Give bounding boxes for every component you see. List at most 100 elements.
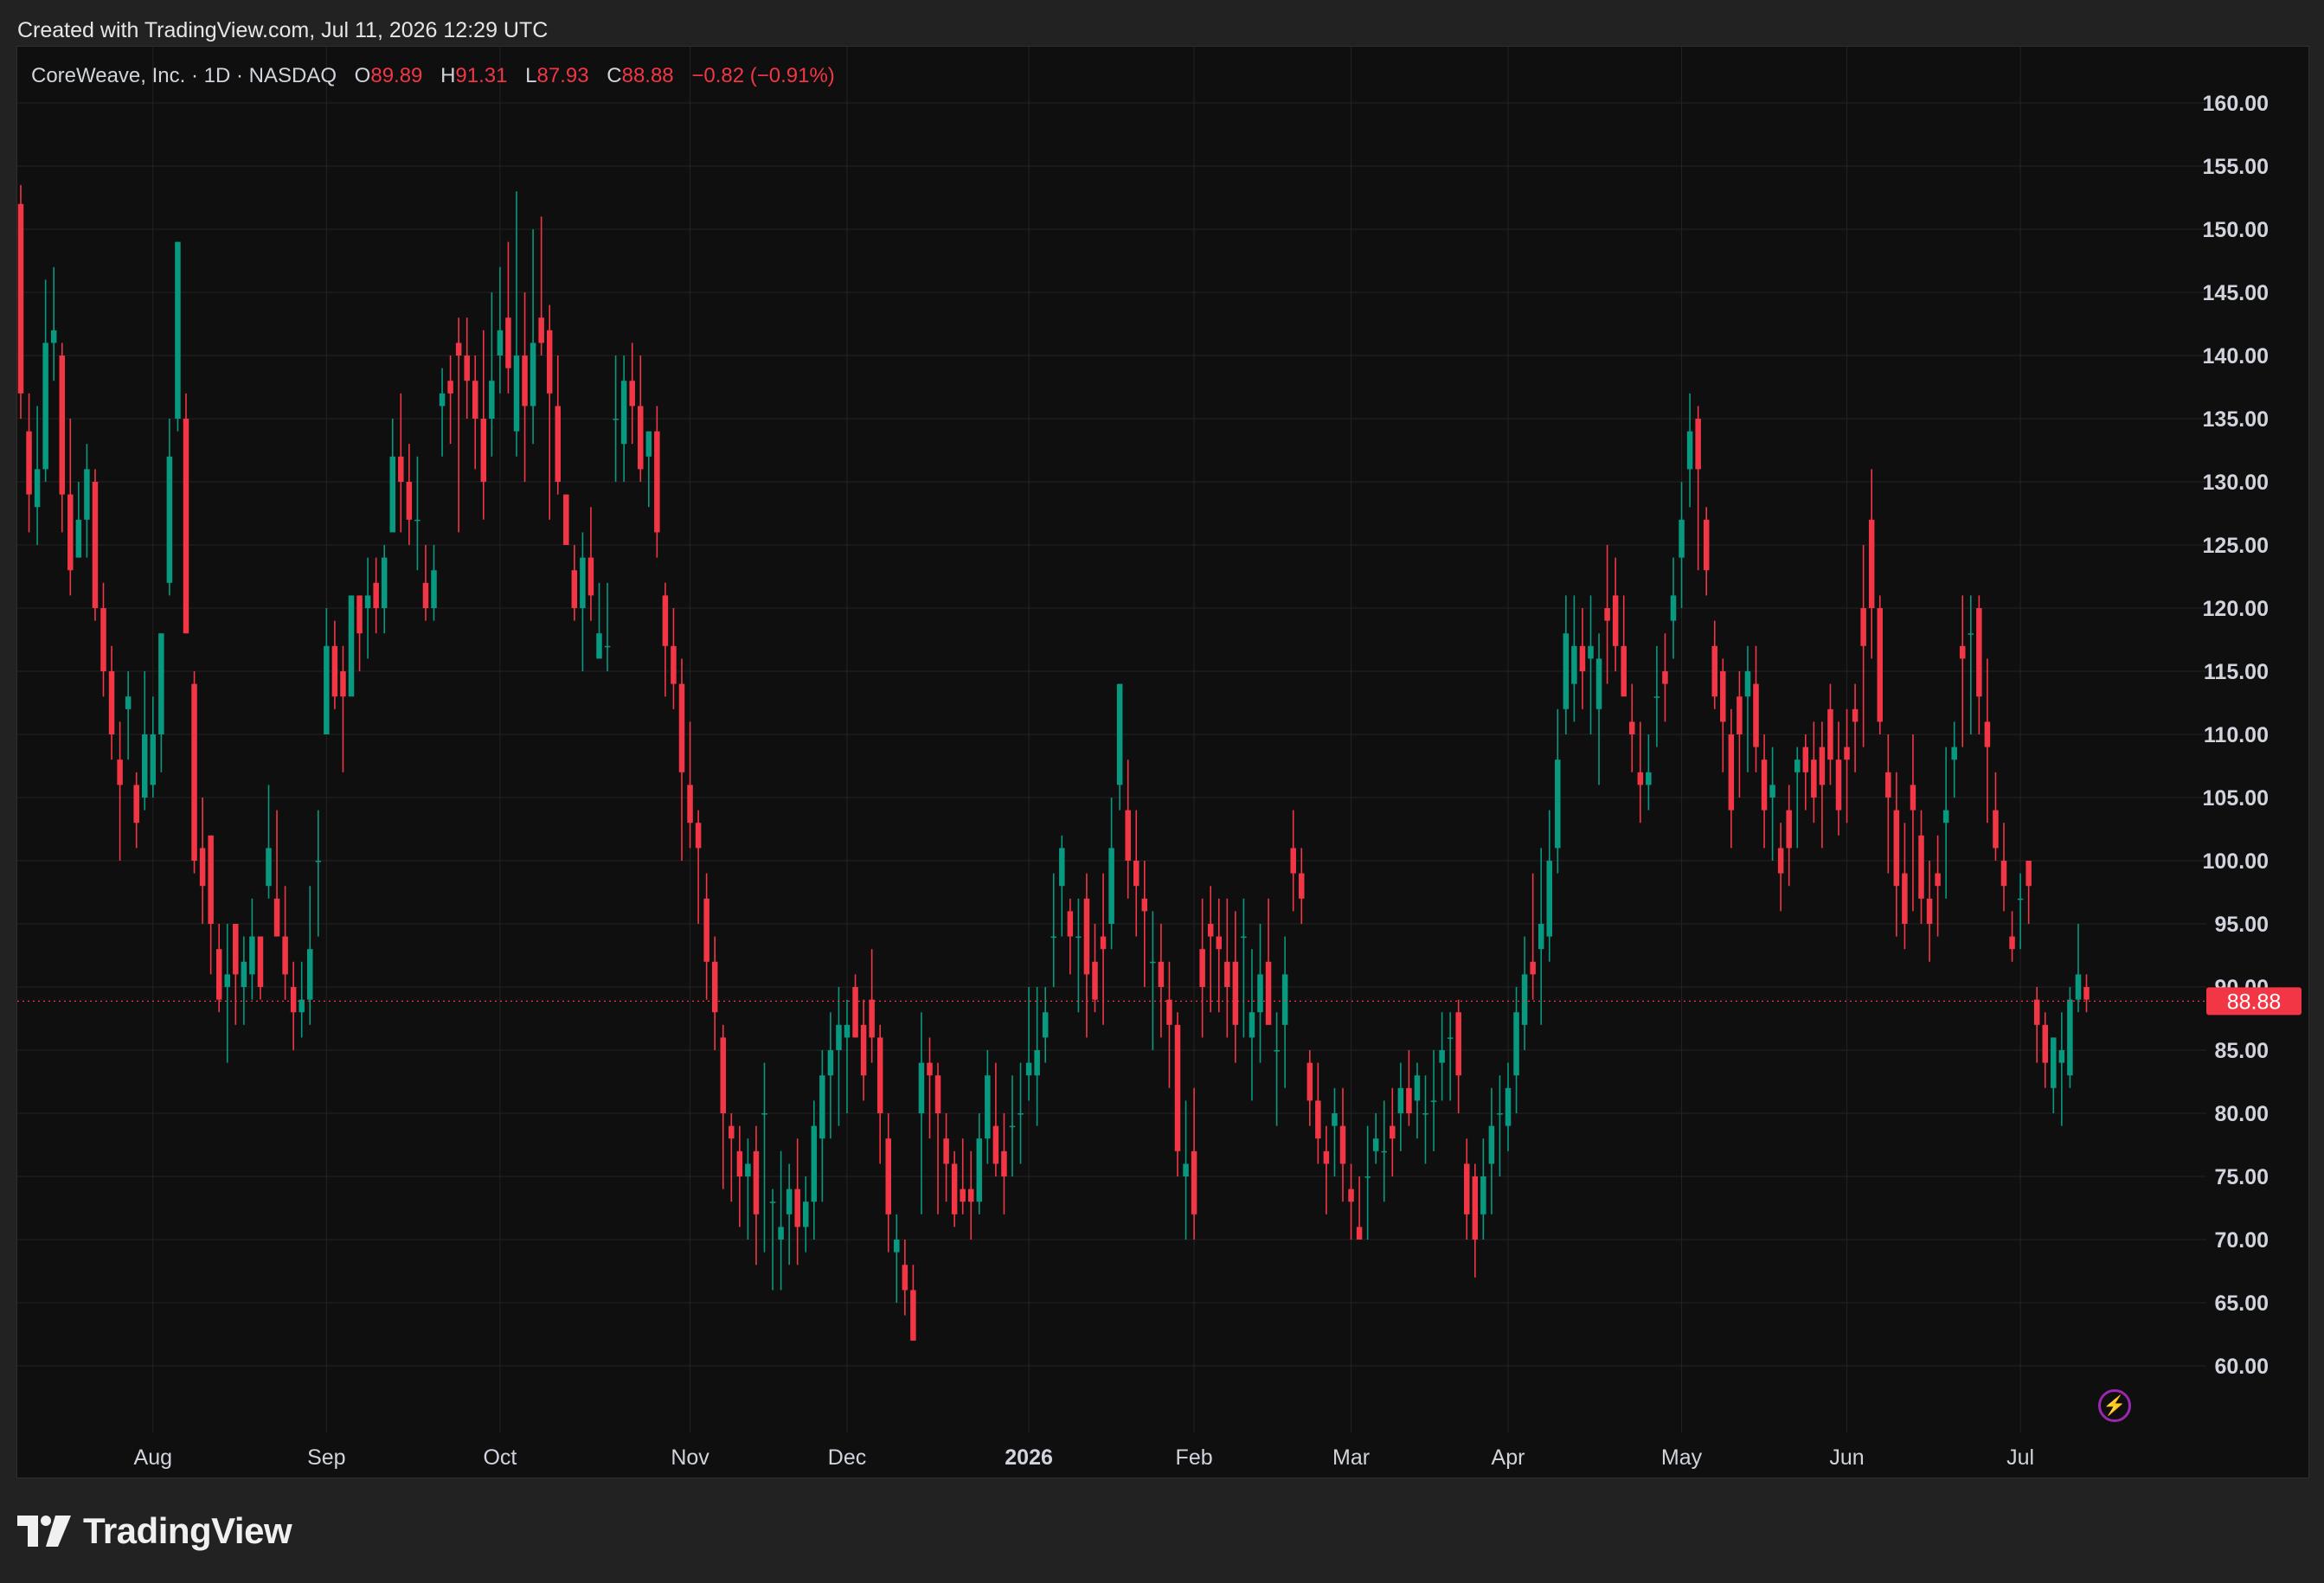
candle[interactable] — [100, 582, 106, 697]
candle[interactable] — [827, 1012, 834, 1139]
candle[interactable] — [233, 924, 239, 1025]
candle[interactable] — [1100, 873, 1107, 1025]
candle[interactable] — [1133, 810, 1140, 937]
candle[interactable] — [1811, 721, 1817, 824]
candle[interactable] — [1332, 1087, 1338, 1176]
candle[interactable] — [2017, 873, 2024, 950]
candle[interactable] — [84, 444, 90, 558]
candle[interactable] — [191, 671, 197, 874]
candle[interactable] — [1761, 734, 1768, 849]
candle[interactable] — [1232, 911, 1239, 1063]
candle[interactable] — [1042, 987, 1049, 1063]
candle[interactable] — [1902, 823, 1908, 950]
candle[interactable] — [2067, 987, 2073, 1088]
candle[interactable] — [662, 582, 669, 697]
candle[interactable] — [439, 368, 446, 457]
candle[interactable] — [513, 191, 520, 457]
candle[interactable] — [1422, 1075, 1428, 1164]
candle[interactable] — [902, 1240, 908, 1316]
candle[interactable] — [414, 456, 421, 571]
candle[interactable] — [596, 582, 602, 659]
candle[interactable] — [1050, 873, 1057, 987]
candle[interactable] — [629, 343, 635, 445]
candle[interactable] — [1679, 482, 1685, 608]
candle[interactable] — [1976, 595, 1982, 734]
candle[interactable] — [472, 356, 478, 470]
candle[interactable] — [1646, 734, 1652, 811]
candle[interactable] — [1521, 936, 1528, 1050]
candle[interactable] — [869, 949, 875, 1063]
candle[interactable] — [1604, 545, 1610, 684]
candle[interactable] — [1480, 1138, 1486, 1240]
candle[interactable] — [348, 595, 355, 697]
candle[interactable] — [1455, 999, 1461, 1113]
candle[interactable] — [2083, 974, 2090, 1013]
candle[interactable] — [678, 658, 685, 861]
candle[interactable] — [1158, 924, 1165, 1038]
candle[interactable] — [1852, 683, 1859, 772]
candle[interactable] — [1174, 1012, 1181, 1176]
candle[interactable] — [778, 1150, 784, 1291]
candle[interactable] — [315, 810, 322, 937]
candle[interactable] — [1993, 772, 1999, 861]
candle[interactable] — [1274, 1012, 1280, 1126]
candle[interactable] — [1579, 608, 1586, 709]
candle[interactable] — [1935, 835, 1941, 937]
candle[interactable] — [166, 419, 173, 596]
candle[interactable] — [819, 1050, 825, 1202]
candle[interactable] — [992, 1062, 999, 1176]
candle[interactable] — [1183, 1100, 1189, 1240]
candle[interactable] — [26, 393, 32, 533]
candle[interactable] — [1348, 1163, 1354, 1240]
candle[interactable] — [687, 721, 693, 849]
candle[interactable] — [266, 785, 272, 899]
candle[interactable] — [1827, 683, 1833, 785]
candle[interactable] — [125, 671, 132, 760]
candle[interactable] — [720, 1024, 727, 1189]
candle[interactable] — [745, 1138, 751, 1240]
candle[interactable] — [1637, 721, 1644, 824]
candle[interactable] — [2033, 987, 2040, 1063]
candle[interactable] — [117, 721, 123, 861]
candle[interactable] — [1588, 595, 1594, 734]
candle[interactable] — [934, 1062, 941, 1214]
candle[interactable] — [1025, 987, 1032, 1101]
candle[interactable] — [373, 557, 379, 634]
candle[interactable] — [2075, 924, 2082, 1013]
candle[interactable] — [1653, 645, 1660, 747]
candle[interactable] — [736, 1125, 743, 1227]
candle[interactable] — [976, 1113, 983, 1214]
candle[interactable] — [786, 1163, 793, 1266]
candle[interactable] — [1257, 924, 1263, 1063]
candle[interactable] — [811, 1100, 818, 1240]
candle[interactable] — [1092, 924, 1098, 1013]
candle[interactable] — [1059, 835, 1065, 937]
candle[interactable] — [538, 216, 544, 356]
candle[interactable] — [1910, 734, 1916, 912]
candle[interactable] — [1397, 1062, 1404, 1151]
candle[interactable] — [183, 393, 189, 634]
candle[interactable] — [1372, 1113, 1379, 1164]
candle[interactable] — [1224, 898, 1230, 1038]
candle[interactable] — [497, 266, 504, 394]
candle[interactable] — [249, 898, 255, 1000]
candle[interactable] — [1191, 1087, 1197, 1240]
candle[interactable] — [175, 241, 181, 432]
candle[interactable] — [1546, 810, 1553, 962]
candle[interactable] — [1001, 1113, 1007, 1214]
candle[interactable] — [1844, 708, 1850, 824]
candle[interactable] — [1711, 620, 1718, 709]
candle[interactable] — [108, 645, 115, 760]
candle[interactable] — [398, 393, 404, 533]
candle[interactable] — [1530, 873, 1536, 1000]
candle[interactable] — [1290, 810, 1296, 912]
candle[interactable] — [1083, 873, 1090, 1038]
candlestick-chart[interactable]: 60.0065.0070.0075.0080.0085.0090.0095.00… — [17, 47, 2309, 1478]
candle[interactable] — [1753, 645, 1759, 772]
candle[interactable] — [464, 317, 470, 419]
candle[interactable] — [753, 1125, 760, 1266]
candle[interactable] — [571, 545, 578, 621]
candle[interactable] — [50, 266, 57, 381]
candle[interactable] — [1885, 734, 1891, 874]
candle[interactable] — [1720, 658, 1726, 772]
